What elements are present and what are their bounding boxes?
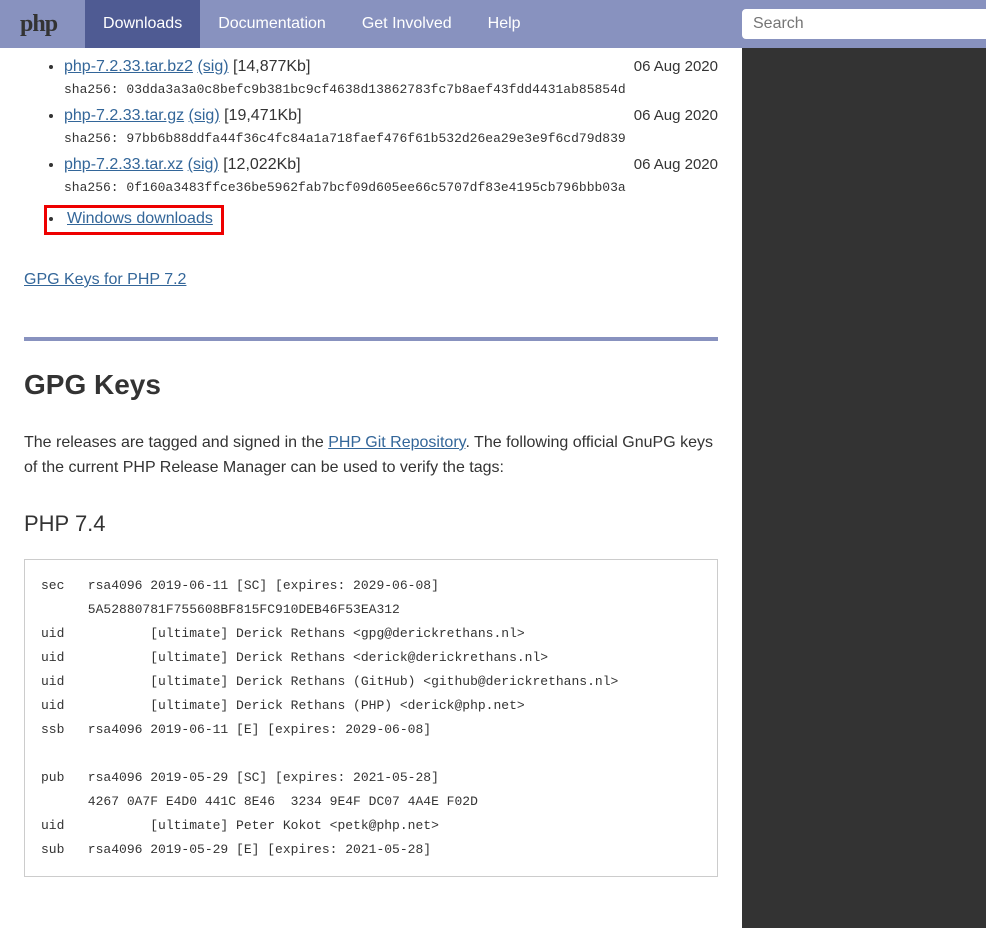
sig-link[interactable]: (sig) (197, 58, 228, 75)
sha-value: 03dda3a3a0c8befc9b381bc9cf4638d13862783f… (126, 82, 625, 97)
file-size: [12,022Kb] (223, 156, 300, 173)
sig-link[interactable]: (sig) (189, 107, 220, 124)
sidebar (742, 48, 986, 928)
download-item: php-7.2.33.tar.bz2 (sig) [14,877Kb] 06 A… (64, 58, 718, 97)
sha-label: sha256: (64, 131, 119, 146)
nav-get-involved[interactable]: Get Involved (344, 0, 470, 48)
php-git-repo-link[interactable]: PHP Git Repository (328, 434, 465, 451)
sub-title: PHP 7.4 (24, 511, 718, 537)
main-column: php-7.2.33.tar.bz2 (sig) [14,877Kb] 06 A… (0, 48, 742, 928)
search-input[interactable] (742, 9, 986, 39)
file-size: [14,877Kb] (233, 58, 310, 75)
search-container (742, 9, 986, 39)
sig-link[interactable]: (sig) (188, 156, 219, 173)
download-item: php-7.2.33.tar.gz (sig) [19,471Kb] 06 Au… (64, 107, 718, 146)
sha-line: sha256: 0f160a3483ffce36be5962fab7bcf09d… (64, 180, 718, 195)
file-size: [19,471Kb] (224, 107, 301, 124)
page-wrapper: php-7.2.33.tar.bz2 (sig) [14,877Kb] 06 A… (0, 48, 986, 928)
sha-value: 0f160a3483ffce36be5962fab7bcf09d605ee66c… (126, 180, 625, 195)
sha-label: sha256: (64, 82, 119, 97)
file-link[interactable]: php-7.2.33.tar.xz (64, 156, 183, 173)
sha-value: 97bb6b88ddfa44f36c4fc84a1a718faef476f61b… (126, 131, 625, 146)
nav-help[interactable]: Help (470, 0, 539, 48)
windows-downloads-link[interactable]: Windows downloads (67, 210, 213, 227)
highlight-box: Windows downloads (44, 205, 224, 235)
intro-pre: The releases are tagged and signed in th… (24, 434, 328, 451)
file-link[interactable]: php-7.2.33.tar.bz2 (64, 58, 193, 75)
file-date: 06 Aug 2020 (634, 58, 718, 75)
top-navigation: php Downloads Documentation Get Involved… (0, 0, 986, 48)
file-date: 06 Aug 2020 (634, 156, 718, 173)
sha-line: sha256: 97bb6b88ddfa44f36c4fc84a1a718fae… (64, 131, 718, 146)
content-area: php-7.2.33.tar.bz2 (sig) [14,877Kb] 06 A… (0, 58, 742, 907)
download-item-windows: Windows downloads (64, 205, 718, 235)
section-separator (24, 337, 718, 341)
download-item: php-7.2.33.tar.xz (sig) [12,022Kb] 06 Au… (64, 156, 718, 195)
file-link[interactable]: php-7.2.33.tar.gz (64, 107, 184, 124)
php-logo[interactable]: php (20, 11, 57, 38)
gpg-keys-link[interactable]: GPG Keys for PHP 7.2 (24, 271, 186, 289)
intro-paragraph: The releases are tagged and signed in th… (24, 431, 718, 481)
section-title: GPG Keys (24, 369, 718, 401)
gpg-key-block: sec rsa4096 2019-06-11 [SC] [expires: 20… (24, 559, 718, 878)
download-list: php-7.2.33.tar.bz2 (sig) [14,877Kb] 06 A… (24, 58, 718, 235)
nav-documentation[interactable]: Documentation (200, 0, 344, 48)
sha-line: sha256: 03dda3a3a0c8befc9b381bc9cf4638d1… (64, 82, 718, 97)
file-date: 06 Aug 2020 (634, 107, 718, 124)
sha-label: sha256: (64, 180, 119, 195)
nav-downloads[interactable]: Downloads (85, 0, 200, 48)
